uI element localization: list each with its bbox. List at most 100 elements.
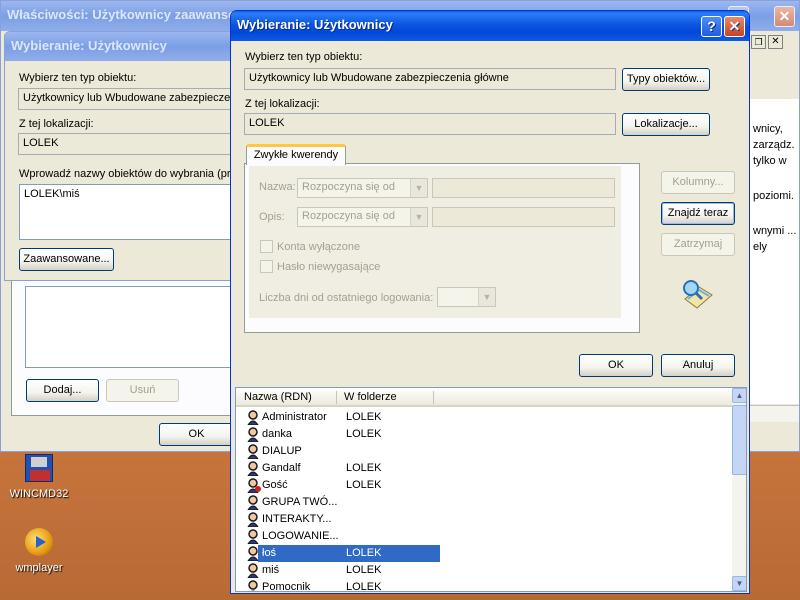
mdi-close-icon[interactable]: ✕ <box>768 35 783 49</box>
chevron-down-icon: ▼ <box>478 288 495 306</box>
close-icon[interactable]: ✕ <box>724 16 745 37</box>
user-icon <box>247 512 259 527</box>
user-icon <box>247 546 259 561</box>
row-name: INTERAKTY... <box>262 513 332 525</box>
user-icon <box>247 529 259 544</box>
location-label: Z tej lokalizacji: <box>245 98 320 110</box>
column-divider <box>336 391 337 404</box>
column-name-header[interactable]: Nazwa (RDN) <box>244 391 312 403</box>
mdi-restore-icon[interactable]: ❐ <box>751 35 766 49</box>
object-type-label: Wybierz ten typ obiektu: <box>245 51 363 63</box>
select-users-bg-titlebar[interactable]: Wybieranie: Użytkownicy <box>5 32 235 61</box>
list-item[interactable]: INTERAKTY... <box>242 511 682 528</box>
list-item[interactable]: Pomocnik LOLEK <box>242 579 682 592</box>
stop-button[interactable]: Zatrzymaj <box>661 233 735 256</box>
names-label-bg: Wprowadź nazwy obiektów do wybrania (prz <box>19 168 236 180</box>
find-now-button[interactable]: Znajdź teraz <box>661 202 735 225</box>
scroll-down-icon[interactable]: ▼ <box>732 576 746 591</box>
list-item[interactable]: Administrator LOLEK <box>242 409 682 426</box>
results-list[interactable]: Nazwa (RDN) W folderze Administrator LOLE… <box>235 387 747 592</box>
row-folder: LOLEK <box>346 547 382 559</box>
floppy-disk-icon <box>25 454 53 482</box>
select-users-dialog: Wybieranie: Użytkownicy ? ✕ Wybierz ten … <box>230 10 750 594</box>
right-text-2: zarządz. <box>753 139 795 151</box>
scroll-up-icon[interactable]: ▲ <box>732 388 746 403</box>
list-item[interactable]: Gandalf LOLEK <box>242 460 682 477</box>
row-name: danka <box>262 428 292 440</box>
cancel-button[interactable]: Anuluj <box>661 354 735 377</box>
right-hscrollbar[interactable] <box>747 405 799 422</box>
columns-button[interactable]: Kolumny... <box>661 171 735 194</box>
select-users-bg-title: Wybieranie: Użytkownicy <box>11 38 167 53</box>
row-folder: LOLEK <box>346 428 382 440</box>
row-name: Gandalf <box>262 462 301 474</box>
vertical-scrollbar[interactable]: ▲ ▼ <box>732 388 746 591</box>
user-icon <box>247 444 259 459</box>
search-directory-icon <box>683 280 713 309</box>
members-list[interactable] <box>25 286 235 368</box>
list-item[interactable]: danka LOLEK <box>242 426 682 443</box>
column-folder-header[interactable]: W folderze <box>344 391 397 403</box>
list-item[interactable]: Gość LOLEK <box>242 477 682 494</box>
right-text-5: wnymi ... <box>753 225 797 237</box>
location-field-bg: LOLEK <box>18 133 235 155</box>
row-name: DIALUP <box>262 445 302 457</box>
tab-label: Zwykłe kwerendy <box>253 149 339 161</box>
add-button[interactable]: Dodaj... <box>26 379 99 402</box>
properties-title: Właściwości: Użytkownicy zaawanso <box>7 7 237 22</box>
name-value-field[interactable] <box>432 178 615 198</box>
list-item[interactable]: miś LOLEK <box>242 562 682 579</box>
user-icon <box>247 461 259 476</box>
row-name: Pomocnik <box>262 581 311 592</box>
row-folder: LOLEK <box>346 462 382 474</box>
help-icon[interactable]: ? <box>701 16 722 37</box>
location-field: LOLEK <box>244 113 616 135</box>
disabled-accounts-label: Konta wyłączone <box>277 241 361 253</box>
list-item[interactable]: LOGOWANIE... <box>242 528 682 545</box>
close-icon[interactable]: ✕ <box>774 6 795 27</box>
days-since-logon-label: Liczba dni od ostatniego logowania: <box>259 292 434 304</box>
user-icon <box>247 427 259 442</box>
list-item[interactable]: łoś LOLEK <box>242 545 682 562</box>
user-icon <box>247 478 261 493</box>
desktop-icon-wincmd32[interactable]: WINCMD32 <box>4 454 74 500</box>
user-icon <box>248 580 258 591</box>
description-label: Opis: <box>259 211 285 223</box>
tab-common-queries[interactable]: Zwykłe kwerendy <box>246 144 346 165</box>
row-name: GRUPA TWÓ... <box>262 496 338 508</box>
list-item[interactable]: GRUPA TWÓ... <box>242 494 682 511</box>
user-icon <box>247 563 259 578</box>
desktop-icon-wmplayer[interactable]: wmplayer <box>4 528 74 574</box>
days-since-logon-combo[interactable]: ▼ <box>437 287 496 307</box>
remove-button[interactable]: Usuń <box>106 379 179 402</box>
locations-button[interactable]: Lokalizacje... <box>622 113 710 136</box>
right-text-3: tylko w <box>753 155 787 167</box>
type-field-bg: Użytkownicy lub Wbudowane zabezpieczen <box>18 88 235 110</box>
list-item[interactable]: DIALUP <box>242 443 682 460</box>
non-expiring-password-checkbox[interactable] <box>260 260 273 273</box>
chevron-down-icon: ▼ <box>410 179 427 197</box>
row-folder: LOLEK <box>346 564 382 576</box>
desktop-icon-label: wmplayer <box>15 562 63 574</box>
names-input-bg[interactable]: LOLEK\miś <box>19 184 235 240</box>
description-condition-combo[interactable]: Rozpoczyna się od ▼ <box>297 207 428 227</box>
chevron-down-icon: ▼ <box>410 208 427 226</box>
ok-button[interactable]: OK <box>579 354 653 377</box>
user-icon <box>247 410 259 425</box>
dialog-title: Wybieranie: Użytkownicy <box>237 17 393 32</box>
description-value-field[interactable] <box>432 207 615 227</box>
ok-button[interactable]: OK <box>159 423 234 446</box>
object-types-button[interactable]: Typy obiektów... <box>622 68 710 91</box>
row-name: Administrator <box>262 411 327 423</box>
advanced-button[interactable]: Zaawansowane... <box>19 248 114 271</box>
desktop-icon-label: WINCMD32 <box>9 488 69 500</box>
disabled-accounts-checkbox[interactable] <box>260 240 273 253</box>
user-icon <box>247 495 259 510</box>
right-text-1: wnicy, <box>753 123 783 135</box>
scroll-thumb[interactable] <box>732 405 746 475</box>
non-expiring-password-label: Hasło niewygasające <box>277 261 381 273</box>
type-label-bg: Wybierz ten typ obiektu: <box>19 72 137 84</box>
name-condition-combo[interactable]: Rozpoczyna się od ▼ <box>297 178 428 198</box>
name-label: Nazwa: <box>259 181 296 193</box>
dialog-titlebar[interactable]: Wybieranie: Użytkownicy ? ✕ <box>231 11 749 41</box>
